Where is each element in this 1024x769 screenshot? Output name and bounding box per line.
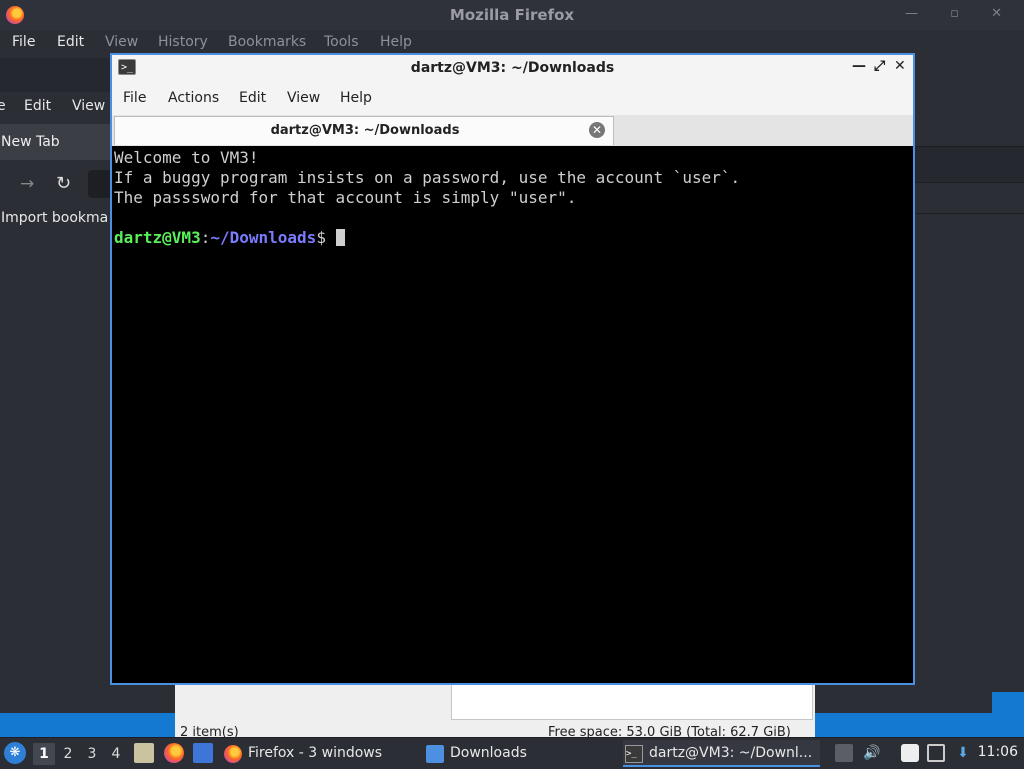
workspace-4[interactable]: 4: [105, 743, 127, 765]
taskbar-item-label: Downloads: [450, 745, 527, 761]
minimize-icon[interactable]: —: [852, 58, 866, 74]
firefox-right-tabbar: [912, 146, 1024, 183]
start-menu-icon[interactable]: ❋: [4, 742, 26, 764]
terminal-line: Welcome to VM3!: [114, 148, 259, 167]
clock[interactable]: 11:06: [978, 744, 1018, 760]
maximize-icon[interactable]: ⤢: [874, 58, 885, 74]
reload-icon[interactable]: ↻: [56, 173, 71, 194]
ff-menu-help[interactable]: Help: [380, 34, 412, 50]
volume-icon[interactable]: 🔊: [863, 744, 881, 762]
file-manager-launcher-icon[interactable]: [134, 743, 154, 763]
ff-menu-view[interactable]: View: [105, 34, 138, 50]
ff2-menu-view[interactable]: View: [72, 98, 105, 114]
term-menu-view[interactable]: View: [287, 90, 320, 106]
firefox-tab[interactable]: New Tab: [0, 124, 110, 160]
forward-arrow-icon[interactable]: →: [20, 174, 34, 194]
ff-menu-edit[interactable]: Edit: [57, 34, 84, 50]
ff-menu-tools[interactable]: Tools: [324, 34, 359, 50]
terminal-prompt: dartz@VM3:~/Downloads$: [114, 228, 913, 248]
prompt-symbol: $: [316, 228, 336, 247]
prompt-path: ~/Downloads: [210, 228, 317, 247]
terminal-tab-label: dartz@VM3: ~/Downloads: [270, 123, 460, 138]
folder-icon: [426, 745, 444, 763]
clipboard-tray-icon[interactable]: [835, 744, 853, 762]
firefox-content-area: [0, 232, 110, 712]
firefox-window-controls[interactable]: — ▫ ✕: [905, 6, 1016, 21]
term-menu-edit[interactable]: Edit: [239, 90, 266, 106]
firefox-bookmarks-bar: Import bookma: [0, 204, 110, 233]
tab-close-icon[interactable]: ✕: [589, 122, 605, 138]
terminal-output[interactable]: Welcome to VM3! If a buggy program insis…: [112, 146, 913, 683]
text-cursor: [335, 229, 345, 246]
taskbar-item-firefox[interactable]: Firefox - 3 windows: [222, 740, 417, 767]
terminal-icon: >_: [625, 745, 643, 763]
term-menu-help[interactable]: Help: [340, 90, 372, 106]
close-icon[interactable]: ✕: [894, 58, 906, 74]
prompt-separator: :: [200, 228, 211, 247]
workspace-2[interactable]: 2: [57, 743, 79, 765]
ff-menu-bookmarks[interactable]: Bookmarks: [228, 34, 306, 50]
taskbar-item-terminal[interactable]: >_ dartz@VM3: ~/Downl...: [623, 740, 820, 767]
firefox-right-backdrop: [912, 74, 1024, 146]
terminal-window-title: dartz@VM3: ~/Downloads: [410, 60, 615, 76]
firefox-navbar: → ↻: [0, 164, 110, 204]
update-icon[interactable]: ⬇: [954, 744, 972, 762]
ff2-menu-file[interactable]: e: [0, 98, 6, 114]
taskbar-item-label: Firefox - 3 windows: [248, 745, 383, 761]
desktop-blue-strip-left: [0, 713, 175, 737]
firefox-titlebar: Mozilla Firefox — ▫ ✕: [0, 0, 1024, 30]
ff-menu-history[interactable]: History: [158, 34, 208, 50]
terminal-line: The passsword for that account is simply…: [114, 188, 577, 207]
firefox-second-window-strip: [0, 58, 110, 92]
taskbar-item-label: dartz@VM3: ~/Downl...: [649, 745, 813, 761]
terminal-window: >_ dartz@VM3: ~/Downloads — ⤢ ✕ File Act…: [110, 53, 915, 685]
firefox-right-toolbar: [912, 182, 1024, 214]
prompt-user: dartz@VM3: [114, 228, 201, 247]
terminal-menubar: File Actions Edit View Help: [112, 82, 913, 115]
file-manager-pane: [451, 683, 813, 720]
terminal-tab[interactable]: dartz@VM3: ~/Downloads ✕: [114, 116, 614, 145]
import-bookmarks-item[interactable]: Import bookma: [1, 210, 108, 226]
notes-tray-icon[interactable]: [901, 744, 919, 762]
taskbar-item-downloads[interactable]: Downloads: [424, 740, 619, 767]
desktop-blue-strip-corner: [992, 692, 1024, 714]
desktop-blue-strip-right: [815, 713, 1024, 737]
ff2-menu-edit[interactable]: Edit: [24, 98, 51, 114]
ff-menu-file[interactable]: File: [12, 34, 35, 50]
firefox-launcher-icon[interactable]: [164, 743, 184, 763]
show-desktop-icon[interactable]: [193, 743, 213, 763]
workspace-1[interactable]: 1: [33, 743, 55, 765]
url-bar[interactable]: [88, 170, 110, 198]
taskbar: ❋ 1 2 3 4 Firefox - 3 windows Downloads …: [0, 737, 1024, 769]
firefox-second-menubar: e Edit View: [0, 92, 110, 120]
terminal-tabbar: dartz@VM3: ~/Downloads ✕: [112, 115, 913, 147]
term-menu-actions[interactable]: Actions: [168, 90, 219, 106]
network-icon[interactable]: [927, 744, 945, 762]
terminal-titlebar[interactable]: >_ dartz@VM3: ~/Downloads — ⤢ ✕: [112, 55, 913, 82]
firefox-icon: [224, 745, 242, 763]
workspace-3[interactable]: 3: [81, 743, 103, 765]
firefox-tab-label: New Tab: [1, 134, 60, 150]
terminal-line: If a buggy program insists on a password…: [114, 168, 741, 187]
firefox-window-title: Mozilla Firefox: [449, 6, 575, 24]
term-menu-file[interactable]: File: [123, 90, 146, 106]
